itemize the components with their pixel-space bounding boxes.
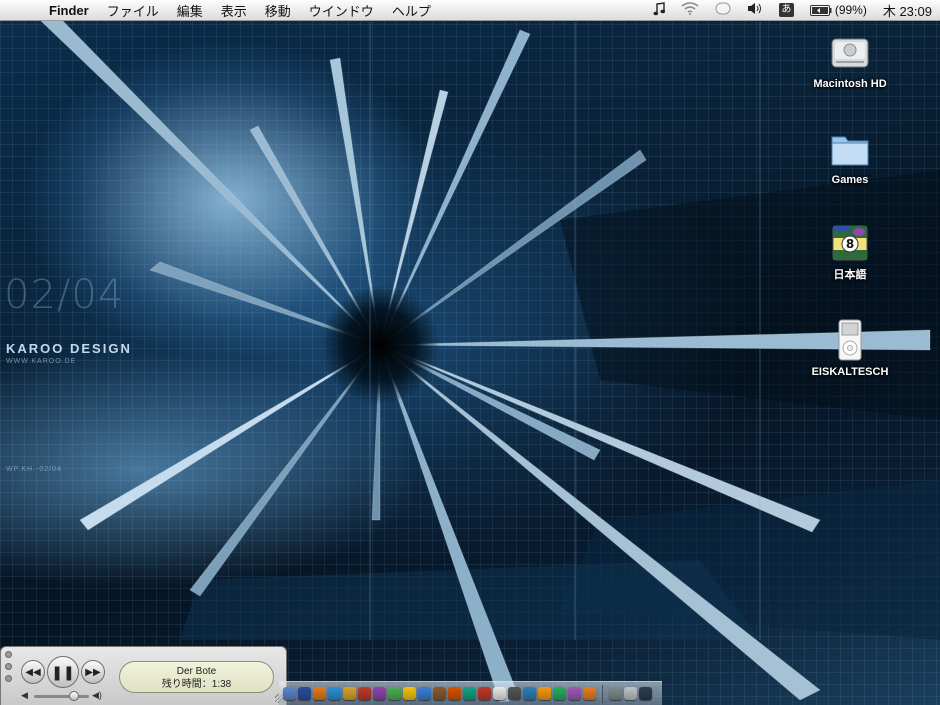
- menu-help[interactable]: ヘルプ: [383, 1, 440, 20]
- svg-text:8: 8: [846, 237, 854, 251]
- pause-icon: ❚❚: [51, 663, 75, 680]
- wifi-icon[interactable]: [681, 2, 699, 18]
- itunes-mini-player: ◀◀ ❚❚ ▶▶ ◀ ◀) Der Bote 残り時間：1:38: [0, 646, 287, 705]
- track-title: Der Bote: [176, 666, 217, 677]
- dock-app-icon[interactable]: [283, 687, 296, 700]
- volume-slider[interactable]: [34, 691, 89, 701]
- dock-app-icon[interactable]: [639, 687, 652, 700]
- volume-slider-knob[interactable]: [68, 691, 79, 701]
- dock-app-icon[interactable]: [523, 687, 536, 700]
- rewind-icon: ◀◀: [25, 666, 41, 678]
- desktop-wallpaper: 02/04 KAROO DESIGN WWW.KAROO.DE WP.KH.-0…: [0, 0, 940, 705]
- dock-app-icon[interactable]: [403, 687, 416, 700]
- dock-app-icon[interactable]: [418, 687, 431, 700]
- desktop-icon-macintosh-hd[interactable]: Macintosh HD: [800, 32, 900, 92]
- dock-app-icon[interactable]: [493, 687, 506, 700]
- ipod-icon: [838, 319, 862, 361]
- dock-app-icon[interactable]: [538, 687, 551, 700]
- wallpaper-shards: [38, 17, 940, 703]
- zoom-button[interactable]: [5, 675, 12, 682]
- next-track-button[interactable]: ▶▶: [81, 660, 105, 684]
- battery-status[interactable]: (99%): [809, 3, 867, 17]
- minimize-button[interactable]: [5, 663, 12, 670]
- dock-app-icon[interactable]: [328, 687, 341, 700]
- dock-app-icon[interactable]: [433, 687, 446, 700]
- menu-bar: Finder ファイル 編集 表示 移動 ウインドウ ヘルプ あ (99%) 木…: [0, 0, 940, 21]
- dock-app-icon[interactable]: [583, 687, 596, 700]
- fast-forward-icon: ▶▶: [85, 666, 101, 678]
- dock-app-icon[interactable]: [463, 687, 476, 700]
- dock-app-icon[interactable]: [624, 687, 637, 700]
- dock-app-icon[interactable]: [448, 687, 461, 700]
- dock-separator: [602, 684, 603, 703]
- previous-track-button[interactable]: ◀◀: [21, 660, 45, 684]
- desktop-icon-label: EISKALTESCH: [811, 366, 889, 378]
- dock-app-icon[interactable]: [609, 687, 622, 700]
- volume-icon[interactable]: [747, 2, 763, 18]
- menu-edit[interactable]: 編集: [168, 1, 212, 20]
- bluetooth-toggle-icon[interactable]: [715, 2, 731, 18]
- volume-high-icon: ◀): [92, 690, 102, 700]
- menu-file[interactable]: ファイル: [98, 1, 168, 20]
- menu-window[interactable]: ウインドウ: [300, 1, 383, 20]
- itunes-menu-icon[interactable]: [653, 1, 665, 19]
- dock-app-icon[interactable]: [373, 687, 386, 700]
- clock[interactable]: 木 23:09: [883, 1, 932, 20]
- menu-view[interactable]: 表示: [212, 1, 256, 20]
- battery-icon: [809, 4, 832, 16]
- wallpaper-brand-text: KAROO DESIGN: [6, 341, 132, 356]
- now-playing-display[interactable]: Der Bote 残り時間：1:38: [119, 661, 274, 693]
- time-remaining: 残り時間：1:38: [161, 679, 232, 690]
- menu-app-finder[interactable]: Finder: [40, 3, 98, 18]
- window-buttons: [5, 651, 12, 687]
- volume-low-icon: ◀: [21, 690, 28, 700]
- dock-app-icon[interactable]: [478, 687, 491, 700]
- desktop-icon-ipod[interactable]: EISKALTESCH: [800, 318, 900, 380]
- wallpaper-code-text: WP.KH.-02/04: [6, 466, 62, 473]
- wallpaper-url-text: WWW.KAROO.DE: [6, 358, 77, 365]
- close-button[interactable]: [5, 651, 12, 658]
- desktop-icon-label: Games: [831, 174, 869, 186]
- menu-extras: あ (99%) 木 23:09: [645, 0, 940, 21]
- dock-app-icon[interactable]: [313, 687, 326, 700]
- dock-app-icon[interactable]: [553, 687, 566, 700]
- battery-percent: (99%): [834, 3, 867, 17]
- dock-app-icon[interactable]: [343, 687, 356, 700]
- wallpaper-date-text: 02/04: [4, 272, 125, 318]
- dock: [279, 681, 662, 705]
- language-app-icon: 8: [832, 225, 868, 261]
- play-pause-button[interactable]: ❚❚: [47, 656, 79, 688]
- desktop-icon-games[interactable]: Games: [800, 128, 900, 188]
- dock-app-icon[interactable]: [358, 687, 371, 700]
- dock-app-icon[interactable]: [298, 687, 311, 700]
- dock-app-icon[interactable]: [388, 687, 401, 700]
- desktop-icon-japanese[interactable]: 8 日本語: [800, 222, 900, 283]
- hard-drive-icon: [831, 38, 869, 68]
- input-method-icon[interactable]: あ: [778, 3, 794, 17]
- desktop-icon-label: Macintosh HD: [813, 78, 887, 90]
- menu-go[interactable]: 移動: [256, 1, 300, 20]
- dock-app-icon[interactable]: [568, 687, 581, 700]
- folder-icon: [831, 136, 869, 166]
- dock-app-icon[interactable]: [508, 687, 521, 700]
- desktop-icon-label: 日本語: [833, 269, 867, 281]
